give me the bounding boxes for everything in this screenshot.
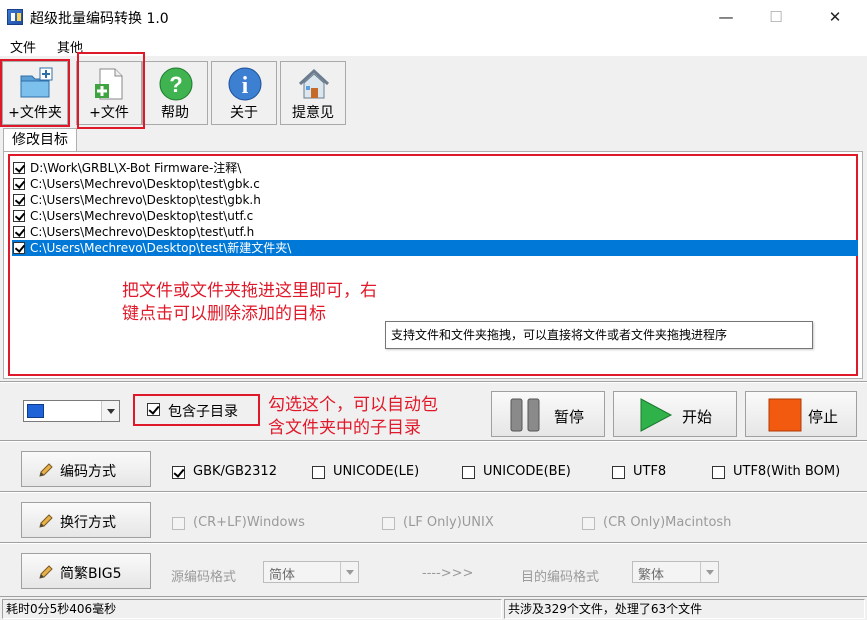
line-ending-label: 换行方式 [60, 515, 116, 531]
start-label: 开始 [682, 408, 713, 426]
item-path: C:\Users\Mechrevo\Desktop\test\gbk.h [30, 193, 261, 207]
unicode-be-label: UNICODE(BE) [483, 464, 571, 479]
target-encoding-select[interactable]: 繁体 [632, 561, 719, 583]
lf-label: (LF Only)UNIX [403, 515, 494, 530]
item-checkbox[interactable] [13, 194, 25, 206]
chevron-down-icon [101, 401, 119, 421]
help-button[interactable]: ? 帮助 [142, 61, 208, 125]
item-path: D:\Work\GRBL\X-Bot Firmware-注释\ [30, 161, 242, 175]
lf-checkbox[interactable] [382, 517, 395, 530]
big5-label: 简繁BIG5 [60, 566, 122, 582]
item-path: C:\Users\Mechrevo\Desktop\test\新建文件夹\ [30, 241, 292, 255]
chevron-down-icon [700, 562, 718, 582]
divider [0, 491, 867, 493]
title-bar: 超级批量编码转换 1.0 — ☐ ✕ [0, 0, 867, 34]
subdir-hint-annotation-2: 含文件夹中的子目录 [268, 418, 421, 438]
include-subdirs-checkbox[interactable] [147, 403, 160, 416]
crlf-checkbox[interactable] [172, 517, 185, 530]
target-encoding-label: 目的编码格式 [521, 570, 600, 585]
feedback-button[interactable]: 提意见 [280, 61, 346, 125]
encoding-button[interactable]: 编码方式 [21, 451, 151, 487]
status-bar: 耗时0分5秒406毫秒 共涉及329个文件，处理了63个文件 [0, 596, 867, 620]
stop-icon [768, 398, 802, 432]
minimize-button[interactable]: — [703, 0, 749, 34]
source-encoding-label: 源编码格式 [171, 570, 237, 585]
divider [0, 440, 867, 442]
tab-modify-target[interactable]: 修改目标 [3, 128, 77, 152]
cr-checkbox[interactable] [582, 517, 595, 530]
stop-label: 停止 [808, 408, 839, 426]
highlight-add-file [77, 52, 145, 129]
pencil-icon [39, 463, 53, 477]
utf8-checkbox[interactable] [612, 466, 625, 479]
help-icon: ? [159, 67, 193, 101]
home-icon [298, 68, 330, 99]
item-path: C:\Users\Mechrevo\Desktop\test\utf.h [30, 225, 255, 239]
source-encoding-select[interactable]: 简体 [263, 561, 359, 583]
svg-text:i: i [242, 73, 249, 99]
item-checkbox[interactable] [13, 210, 25, 222]
utf8-label: UTF8 [633, 464, 667, 479]
about-label: 关于 [230, 105, 258, 121]
pencil-icon [39, 565, 53, 579]
big5-button[interactable]: 简繁BIG5 [21, 553, 151, 589]
divider [0, 542, 867, 544]
item-path: C:\Users\Mechrevo\Desktop\test\utf.c [30, 209, 254, 223]
close-button[interactable]: ✕ [812, 0, 858, 34]
highlight-add-folder [0, 59, 70, 127]
color-select[interactable] [23, 400, 120, 422]
feedback-label: 提意见 [292, 105, 334, 121]
gbk-checkbox[interactable] [172, 466, 185, 479]
utf8-bom-checkbox[interactable] [712, 466, 725, 479]
help-label: 帮助 [161, 105, 189, 121]
list-item[interactable]: C:\Users\Mechrevo\Desktop\test\gbk.h [12, 192, 858, 208]
drag-hint-annotation-2: 键点击可以删除添加的目标 [122, 304, 326, 324]
app-icon [7, 9, 23, 25]
menu-file[interactable]: 文件 [10, 37, 36, 56]
divider [0, 381, 867, 383]
gbk-label: GBK/GB2312 [193, 464, 277, 479]
item-checkbox[interactable] [13, 162, 25, 174]
item-checkbox[interactable] [13, 242, 25, 254]
list-item[interactable]: C:\Users\Mechrevo\Desktop\test\utf.h [12, 224, 858, 240]
conversion-arrow: ---->>> [422, 566, 474, 581]
unicode-le-label: UNICODE(LE) [333, 464, 420, 479]
unicode-le-checkbox[interactable] [312, 466, 325, 479]
list-item[interactable]: D:\Work\GRBL\X-Bot Firmware-注释\ [12, 160, 858, 176]
list-item[interactable]: C:\Users\Mechrevo\Desktop\test\gbk.c [12, 176, 858, 192]
drag-tooltip: 支持文件和文件夹拖拽，可以直接将文件或者文件夹拖拽进程序 [385, 321, 813, 349]
play-icon [640, 398, 673, 432]
stop-button[interactable]: 停止 [745, 391, 857, 437]
item-path: C:\Users\Mechrevo\Desktop\test\gbk.c [30, 177, 260, 191]
about-button[interactable]: i 关于 [211, 61, 277, 125]
drag-hint-annotation-1: 把文件或文件夹拖进这里即可，右 [122, 281, 377, 301]
subdir-hint-annotation-1: 勾选这个，可以自动包 [268, 395, 438, 415]
info-icon: i [228, 67, 262, 101]
line-ending-button[interactable]: 换行方式 [21, 502, 151, 538]
list-item-selected[interactable]: C:\Users\Mechrevo\Desktop\test\新建文件夹\ [12, 240, 858, 256]
window-title: 超级批量编码转换 1.0 [30, 11, 169, 27]
pause-label: 暂停 [554, 408, 585, 426]
target-encoding-value: 繁体 [638, 568, 665, 583]
pause-icon [510, 398, 540, 432]
pause-button[interactable]: 暂停 [491, 391, 605, 437]
svg-text:?: ? [169, 72, 182, 97]
include-subdirs-label: 包含子目录 [168, 404, 238, 420]
status-summary: 共涉及329个文件，处理了63个文件 [504, 599, 865, 619]
list-item[interactable]: C:\Users\Mechrevo\Desktop\test\utf.c [12, 208, 858, 224]
pencil-icon [39, 514, 53, 528]
unicode-be-checkbox[interactable] [462, 466, 475, 479]
crlf-label: (CR+LF)Windows [193, 515, 305, 530]
start-button[interactable]: 开始 [613, 391, 737, 437]
item-checkbox[interactable] [13, 226, 25, 238]
cr-label: (CR Only)Macintosh [603, 515, 732, 530]
utf8-bom-label: UTF8(With BOM) [733, 464, 841, 479]
chevron-down-icon [340, 562, 358, 582]
encoding-label: 编码方式 [60, 464, 116, 480]
maximize-button[interactable]: ☐ [753, 0, 799, 34]
source-encoding-value: 简体 [269, 568, 296, 583]
item-checkbox[interactable] [13, 178, 25, 190]
status-elapsed: 耗时0分5秒406毫秒 [2, 599, 502, 619]
color-swatch [27, 404, 44, 418]
